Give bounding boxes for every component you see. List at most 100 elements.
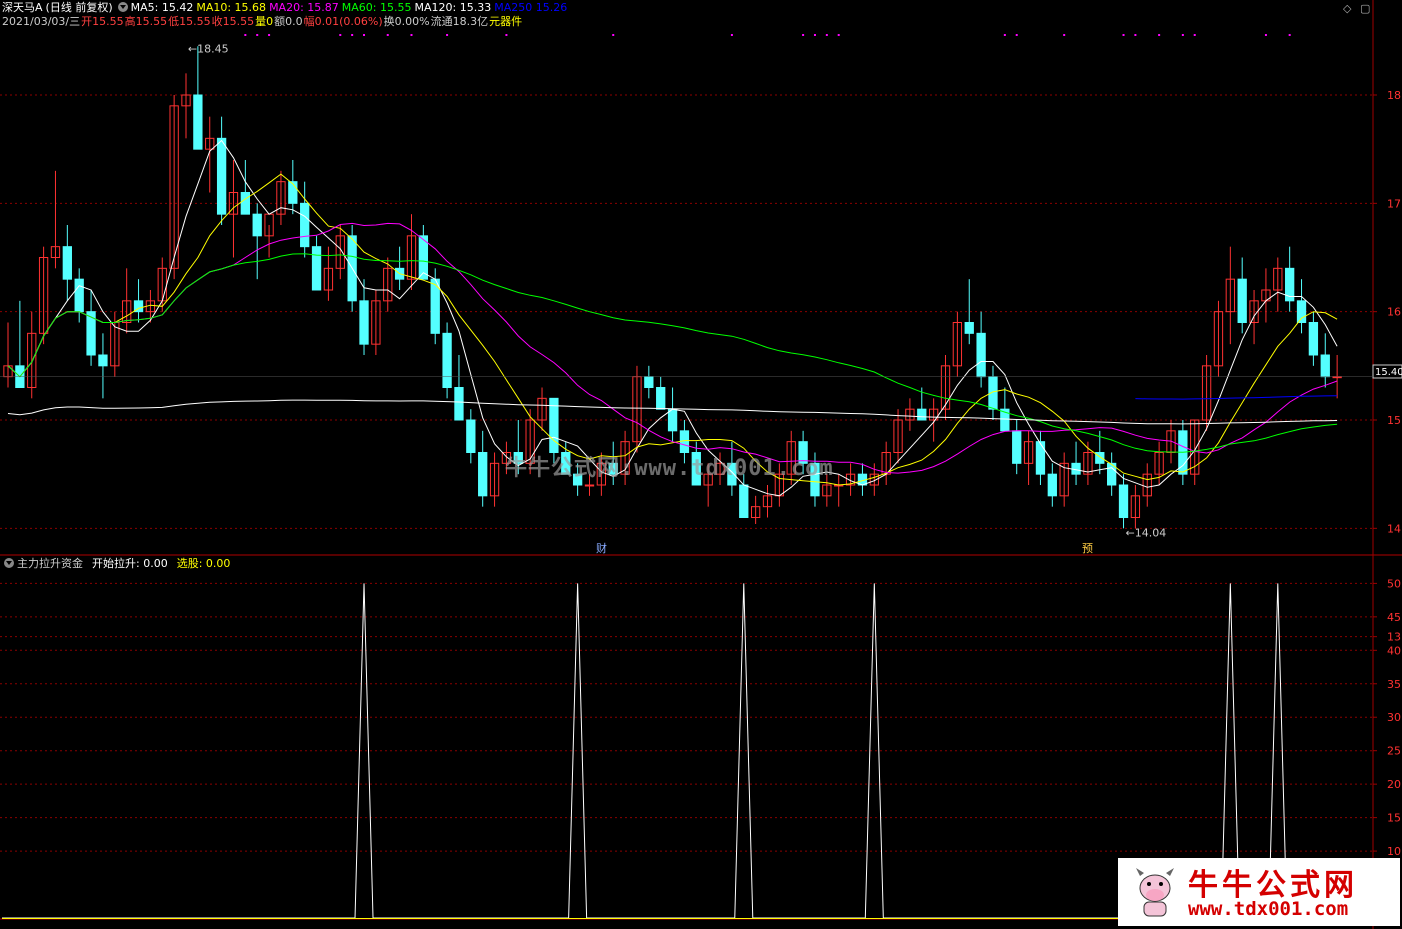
signal-dot xyxy=(1134,34,1137,36)
stock-name[interactable]: 深天马A xyxy=(2,1,43,14)
candle-body xyxy=(442,332,452,389)
ma-legend: MA5: 15.42 MA10: 15.68 MA20: 15.87 MA60: 15… xyxy=(131,1,571,14)
candle-body xyxy=(1320,354,1330,378)
signal-dot xyxy=(1264,34,1267,36)
signal-dot xyxy=(386,34,389,36)
signal-dot xyxy=(410,34,413,36)
candle-body xyxy=(288,181,298,204)
quote-field-9: 流通18.3亿 xyxy=(430,15,489,28)
signal-dot xyxy=(256,34,259,36)
candle-body xyxy=(1012,430,1022,464)
signal-dot xyxy=(1015,34,1018,36)
signal-dot xyxy=(351,34,354,36)
signal-dot xyxy=(505,34,508,36)
quote-field-3: 低15.55 xyxy=(168,15,211,28)
ma-label-2: MA20: 15.87 xyxy=(269,1,339,14)
candle-body xyxy=(300,202,310,248)
ma-line-ma250 xyxy=(1135,395,1338,400)
candle-body xyxy=(216,137,227,215)
quote-field-0: 2021/03/03/三 xyxy=(2,15,81,28)
candle-body xyxy=(964,322,974,334)
logo-url: www.tdx001.com xyxy=(1188,898,1349,920)
candle-body xyxy=(644,376,654,388)
main-header: 深天马A (日线 前复权) MA5: 15.42 MA10: 15.68 MA20: 1… xyxy=(2,1,573,15)
quote-field-5: 量0 xyxy=(255,15,274,28)
signal-dot xyxy=(730,34,733,36)
candle-body xyxy=(74,278,84,313)
candle-body xyxy=(739,484,749,518)
indicator-value-1: 选股: 0.00 xyxy=(176,557,231,570)
quote-field-10: 元器件 xyxy=(489,15,523,28)
price-tick-label: 16 xyxy=(1387,306,1401,319)
quote-field-7: 幅0.01(0.06%) xyxy=(303,15,383,28)
candle-body xyxy=(1118,484,1129,518)
candle-body xyxy=(240,192,250,215)
candle-body xyxy=(62,246,72,280)
signal-dot xyxy=(1158,34,1161,36)
candle-body xyxy=(1047,473,1057,497)
candle-body xyxy=(98,354,108,367)
signal-dot xyxy=(1181,34,1184,36)
ma-label-3: MA60: 15.55 xyxy=(341,1,412,14)
last-price-label: 15.40 xyxy=(1375,367,1402,378)
signal-dot xyxy=(268,34,271,36)
indicator-tick-label: 50 xyxy=(1387,577,1401,590)
indicator-tick-label: 40 xyxy=(1387,644,1401,657)
signal-dot xyxy=(825,34,828,36)
signal-dot xyxy=(813,34,816,36)
candle-body xyxy=(976,332,986,378)
indicator-tick-label: 35 xyxy=(1387,678,1401,691)
quote-field-2: 高15.55 xyxy=(124,15,168,28)
candle-body xyxy=(359,300,369,345)
signal-dot xyxy=(802,34,805,36)
indicator-name[interactable]: 主力拉升资金 xyxy=(17,557,83,570)
signal-dot xyxy=(1063,34,1066,36)
candle-body xyxy=(917,408,927,421)
indicator-value-0: 开始拉升: 0.00 xyxy=(92,557,168,570)
ma-label-4: MA120: 15.33 xyxy=(414,1,492,14)
quote-field-4: 收15.55 xyxy=(211,15,255,28)
signal-dot xyxy=(1288,34,1291,36)
low-price-label: ←14.04 xyxy=(1126,526,1167,539)
dropdown-icon[interactable] xyxy=(117,2,128,12)
candle-body xyxy=(1035,441,1046,475)
price-tick-label: 18 xyxy=(1387,89,1401,102)
indicator-dropdown-icon[interactable] xyxy=(4,558,14,568)
candle-body xyxy=(1308,322,1319,356)
quote-line: 2021/03/03/三开15.55高15.55低15.55收15.55量0额0… xyxy=(2,15,523,29)
quote-field-6: 额0.0 xyxy=(274,15,303,28)
price-tick-label: 13 xyxy=(1387,631,1401,644)
candle-body xyxy=(667,408,678,432)
candle-body xyxy=(193,94,203,150)
indicator-tick-label: 30 xyxy=(1387,711,1401,724)
restore-icon[interactable]: ◇ xyxy=(1343,3,1351,14)
indicator-tick-label: 10 xyxy=(1387,845,1401,858)
candle-body xyxy=(454,387,464,421)
candle-body xyxy=(549,397,559,454)
price-tick-label: 15 xyxy=(1387,414,1401,427)
high-price-label: ←18.45 xyxy=(188,42,229,55)
logo: 牛牛公式网 www.tdx001.com xyxy=(1118,858,1400,926)
candle-body xyxy=(478,452,488,497)
ma-label-5: MA250 15.26 xyxy=(494,1,568,14)
candle-body xyxy=(252,213,262,237)
indicator-tick-label: 45 xyxy=(1387,611,1401,624)
cow-mascot-icon xyxy=(1136,868,1174,917)
watermark: 牛牛公式网:www.tdx001.com xyxy=(505,456,834,481)
candle-body xyxy=(1237,278,1247,323)
signal-dot xyxy=(1003,34,1006,36)
indicator-tick-label: 25 xyxy=(1387,745,1401,758)
signal-dot xyxy=(1122,34,1125,36)
signal-dot xyxy=(1193,34,1196,36)
signal-dot xyxy=(339,34,342,36)
quote-field-1: 开15.55 xyxy=(81,15,124,28)
close-icon[interactable]: ▢ xyxy=(1360,3,1370,14)
candle-body xyxy=(1296,300,1307,324)
event-cai-marker: 财 xyxy=(596,541,607,555)
ma-label-0: MA5: 15.42 xyxy=(130,1,194,14)
signal-dot xyxy=(244,34,247,36)
period-label[interactable]: (日线 前复权) xyxy=(46,1,113,14)
signal-dot xyxy=(446,34,449,36)
price-tick-label: 14 xyxy=(1387,522,1401,535)
candle-body xyxy=(584,484,595,487)
